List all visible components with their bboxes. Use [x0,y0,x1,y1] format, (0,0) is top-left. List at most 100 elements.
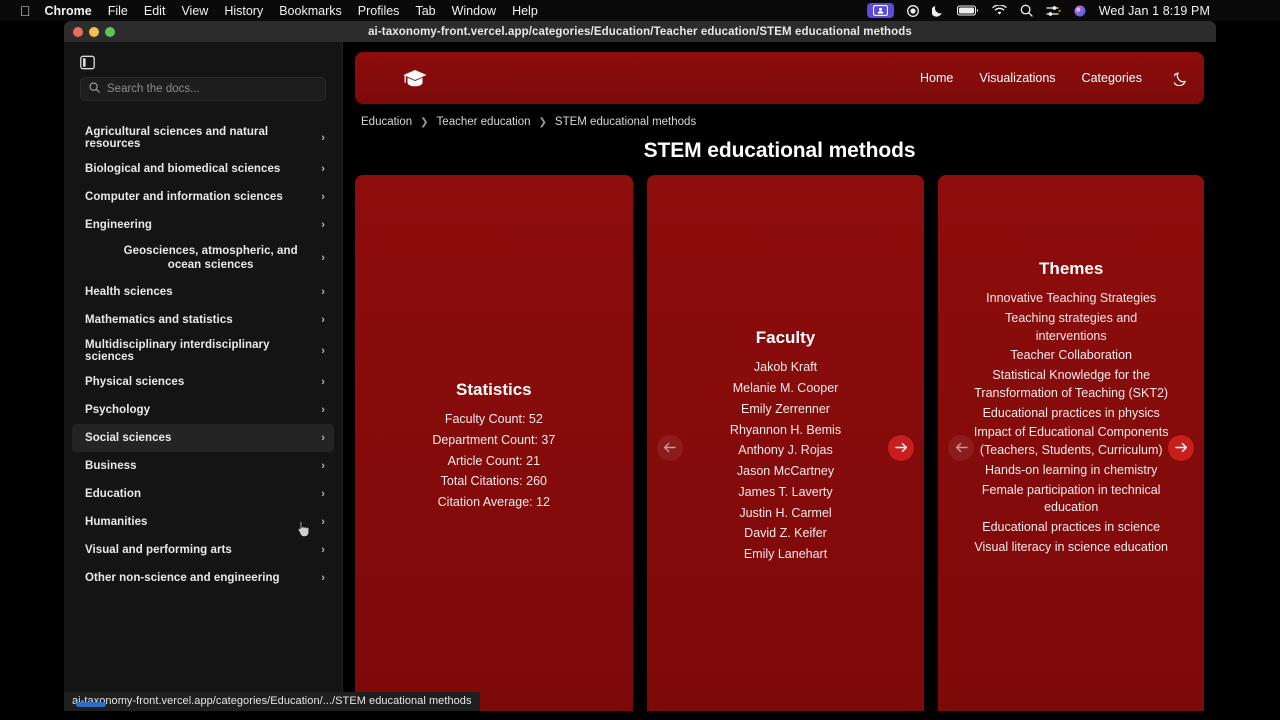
menu-item-tab[interactable]: Tab [415,4,435,18]
sidebar-toggle-icon[interactable] [76,51,98,73]
menubar-clock[interactable]: Wed Jan 1 8:19 PM [1099,4,1210,18]
list-item: Citation Average: 12 [437,495,551,510]
sidebar-item-humanities[interactable]: Humanities › [72,508,334,536]
moon-icon[interactable] [1174,71,1188,86]
sidebar-item-label: Agricultural sciences and natural resour… [85,126,269,150]
list-item: Educational practices in science [982,520,1161,534]
menu-item-chrome[interactable]: Chrome [45,4,92,18]
sidebar-item-label: Engineering [85,219,153,231]
menu-item-profiles[interactable]: Profiles [358,4,400,18]
sidebar-item-other-non-science[interactable]: Other non-science and engineering › [72,564,334,592]
menu-item-history[interactable]: History [224,4,263,18]
siri-icon[interactable] [1074,5,1086,17]
sidebar-item-psychology[interactable]: Psychology › [72,396,334,424]
themes-prev-button[interactable] [948,434,975,461]
window-content: Agricultural sciences and natural resour… [64,42,1216,711]
list-item: Article Count: 21 [447,453,541,468]
faculty-list: Jakob Kraft Melanie M. Cooper Emily Zerr… [687,359,885,567]
page-title: STEM educational methods [643,139,916,162]
sidebar-item-mathematics[interactable]: Mathematics and statistics › [72,306,334,334]
chevron-right-icon: › [321,403,325,416]
sidebar-item-health-sciences[interactable]: Health sciences › [72,278,334,306]
list-item: Statistical Knowledge for the Transforma… [974,368,1169,400]
scrollbar-thumb[interactable] [76,702,106,707]
sidebar-item-biological-sciences[interactable]: Biological and biomedical sciences › [72,155,334,183]
list-item: Jason McCartney [736,464,835,478]
control-center-icon[interactable] [1046,5,1061,17]
battery-icon[interactable] [956,5,979,16]
sidebar-item-multidisciplinary[interactable]: Multidisciplinary interdisciplinary scie… [72,334,334,368]
menu-item-view[interactable]: View [181,4,208,18]
sidebar-nav-list: Agricultural sciences and natural resour… [64,121,342,592]
macos-menubar:  Chrome File Edit View History Bookmark… [0,0,1280,21]
list-item: Educational practices in physics [982,405,1160,420]
list-item: Teacher Collaboration [1010,348,1132,363]
chevron-right-icon: › [321,459,325,472]
faculty-prev-button[interactable] [656,434,683,461]
list-item: Total Citations: 260 [440,474,547,489]
sidebar-item-label: Education [85,487,142,500]
list-item: Impact of Educational Components (Teache… [973,425,1169,457]
sidebar-item-label: Geosciences, atmospheric, and ocean scie… [123,245,298,272]
sidebar-item-label: Physical sciences [85,375,185,388]
sidebar-item-label: Social sciences [85,431,172,444]
breadcrumb-item-education[interactable]: Education [361,116,412,128]
nav-link-visualizations[interactable]: Visualizations [979,71,1055,85]
sidebar-item-computer-sciences[interactable]: Computer and information sciences › [72,183,334,211]
sidebar-item-social-sciences[interactable]: Social sciences › [72,423,334,452]
menu-item-bookmarks[interactable]: Bookmarks [279,4,342,18]
search-field[interactable] [107,83,317,95]
sidebar-item-label: Business [85,459,137,472]
faculty-next-button[interactable] [888,434,915,461]
list-item: James T. Laverty [738,484,833,499]
sidebar-item-label: Other non-science and engineering [85,571,280,584]
search-icon[interactable] [1020,4,1033,17]
search-input[interactable] [80,77,326,101]
breadcrumb: Education ❯ Teacher education ❯ STEM edu… [361,116,1216,128]
chevron-right-icon: › [321,163,325,175]
list-item: Anthony J. Rojas [738,443,833,458]
nav-link-categories[interactable]: Categories [1082,71,1142,85]
sidebar-item-business[interactable]: Business › [72,452,334,480]
search-icon [89,80,100,98]
nav-link-home[interactable]: Home [920,71,953,85]
cards-row: Statistics Faculty Count: 52 Department … [355,175,1205,711]
sidebar-item-label: Computer and information sciences [85,191,283,203]
sidebar-item-physical-sciences[interactable]: Physical sciences › [72,368,334,396]
sidebar-item-visual-arts[interactable]: Visual and performing arts › [72,536,334,564]
record-icon[interactable] [906,4,919,17]
graduation-cap-icon[interactable] [355,68,475,89]
chevron-right-icon: ❯ [420,116,429,128]
menu-item-file[interactable]: File [108,4,128,18]
themes-next-button[interactable] [1168,434,1195,461]
apple-icon[interactable]:  [20,4,31,18]
themes-card: Themes Innovative Teaching Strategies Te… [938,175,1205,711]
docs-sidebar: Agricultural sciences and natural resour… [64,42,343,711]
sidebar-item-label: Health sciences [85,285,173,298]
chevron-right-icon: › [321,487,325,500]
sidebar-item-geosciences[interactable]: Geosciences, atmospheric, and ocean scie… [72,239,334,278]
chevron-right-icon: › [321,375,325,388]
card-heading: Themes [1039,259,1104,278]
list-item: Justin H. Carmel [739,505,832,520]
wifi-icon[interactable] [992,5,1007,16]
page-main: Home Visualizations Categories Education… [343,42,1216,711]
sidebar-item-label: Mathematics and statistics [85,313,233,326]
chevron-right-icon: › [321,543,325,556]
sidebar-item-engineering[interactable]: Engineering › [72,211,334,239]
sidebar-item-education[interactable]: Education › [72,480,334,508]
menu-item-edit[interactable]: Edit [144,4,166,18]
list-item: Rhyannon H. Bemis [729,422,842,437]
screen-share-icon[interactable] [866,3,894,18]
breadcrumb-item-teacher-education[interactable]: Teacher education [437,116,531,128]
themes-list: Innovative Teaching Strategies Teaching … [972,290,1170,559]
chevron-right-icon: › [321,431,325,444]
list-item: Faculty Count: 52 [444,412,543,427]
list-item: David Z. Keifer [744,526,827,541]
moon-icon[interactable] [931,4,944,17]
chevron-right-icon: ❯ [538,116,547,128]
sidebar-item-agricultural-sciences[interactable]: Agricultural sciences and natural resour… [72,121,334,155]
menu-item-help[interactable]: Help [512,4,538,18]
menu-item-window[interactable]: Window [452,4,496,18]
sidebar-item-label: Biological and biomedical sciences [85,163,281,175]
